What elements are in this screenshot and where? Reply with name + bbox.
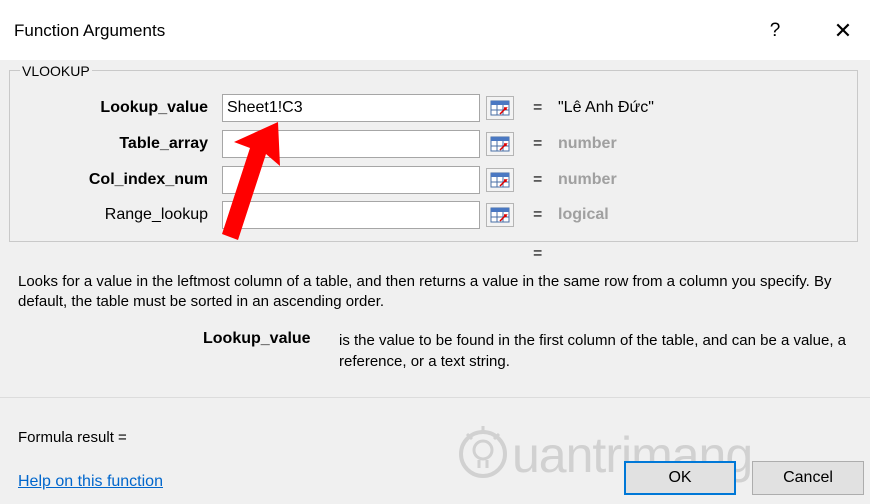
function-name: VLOOKUP — [20, 63, 92, 79]
equals-sign: = — [533, 171, 543, 188]
cancel-button[interactable]: Cancel — [752, 461, 864, 495]
result-equals-sign: = — [533, 245, 543, 262]
equals-sign: = — [533, 99, 543, 116]
col-index-num-result: number — [558, 171, 617, 188]
table-array-label: Table_array — [119, 135, 208, 152]
lookup-value-label: Lookup_value — [100, 99, 208, 116]
title-bar: Function Arguments ? ✕ — [0, 0, 870, 60]
range-select-icon — [490, 136, 510, 152]
formula-result: Formula result = — [18, 429, 127, 446]
range-select-icon — [490, 100, 510, 116]
argument-help-name: Lookup_value — [203, 330, 311, 347]
lookup-value-result: "Lê Anh Đức" — [558, 99, 654, 116]
divider — [0, 397, 870, 398]
table-array-result: number — [558, 135, 617, 152]
range-lookup-ref-button[interactable] — [486, 203, 514, 227]
function-description: Looks for a value in the leftmost column… — [18, 273, 832, 310]
range-select-icon — [490, 207, 510, 223]
col-index-num-label: Col_index_num — [88, 171, 208, 188]
close-button[interactable]: ✕ — [826, 16, 860, 46]
range-lookup-result: logical — [558, 206, 609, 223]
table-array-ref-button[interactable] — [486, 132, 514, 156]
red-arrow-annotation — [222, 122, 280, 240]
range-lookup-label: Range_lookup — [104, 206, 208, 223]
col-index-num-ref-button[interactable] — [486, 168, 514, 192]
help-button[interactable]: ? — [760, 16, 790, 46]
ok-button[interactable]: OK — [624, 461, 736, 495]
help-on-function-link[interactable]: Help on this function — [18, 473, 163, 491]
equals-sign: = — [533, 135, 543, 152]
range-select-icon — [490, 172, 510, 188]
lightbulb-icon — [459, 426, 507, 478]
window-title: Function Arguments — [14, 21, 166, 40]
lookup-value-ref-button[interactable] — [486, 96, 514, 120]
argument-help-text: is the value to be found in the first co… — [339, 332, 846, 370]
equals-sign: = — [533, 206, 543, 223]
